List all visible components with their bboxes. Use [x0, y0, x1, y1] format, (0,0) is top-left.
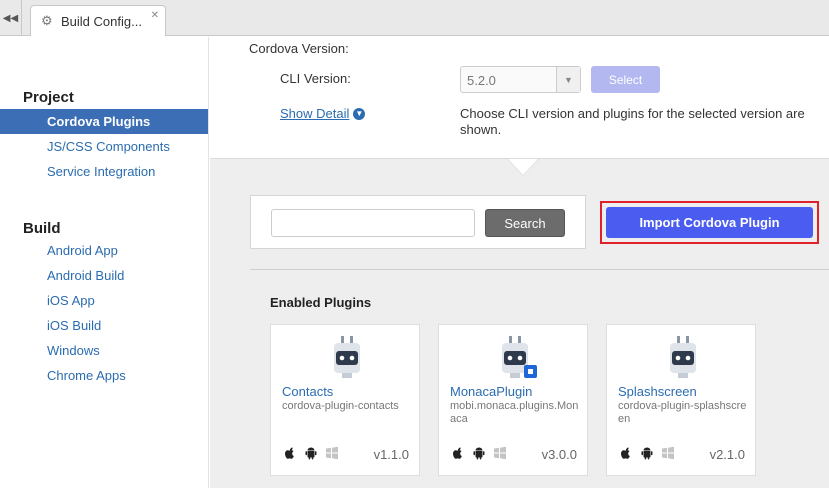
- plugin-name[interactable]: Contacts: [282, 384, 333, 399]
- sidebar: Project Cordova Plugins JS/CSS Component…: [0, 37, 209, 488]
- import-cordova-plugin-button[interactable]: Import Cordova Plugin: [606, 207, 813, 238]
- tab-label: Build Config...: [61, 13, 142, 29]
- cli-hint-text: Choose CLI version and plugins for the s…: [460, 106, 805, 137]
- apple-icon: [621, 447, 630, 459]
- plugin-plug-icon: [670, 336, 696, 378]
- plugin-id: mobi.monaca.plugins.Monaca: [450, 400, 579, 425]
- sidebar-item-android-build[interactable]: Android Build: [0, 263, 208, 288]
- select-button[interactable]: Select: [591, 66, 660, 93]
- platform-icons: [619, 446, 675, 460]
- plugin-name[interactable]: MonacaPlugin: [450, 384, 532, 399]
- plugin-id: cordova-plugin-contacts: [282, 400, 399, 412]
- plugin-version: v2.1.0: [709, 447, 745, 462]
- panel-pointer: [508, 159, 538, 175]
- show-detail-link[interactable]: Show Detail ▼: [280, 106, 366, 121]
- enabled-plugins-heading: Enabled Plugins: [270, 295, 372, 310]
- close-icon[interactable]: ✕: [151, 10, 159, 21]
- plugin-version: v1.1.0: [373, 447, 409, 462]
- apple-icon: [453, 447, 462, 459]
- windows-icon: [326, 446, 338, 460]
- cordova-version-panel: Cordova Version: CLI Version: 5.2.0 ▼ Se…: [210, 37, 829, 159]
- show-detail-label: Show Detail: [280, 106, 350, 121]
- platform-icons: [283, 446, 339, 460]
- android-icon: [305, 447, 317, 460]
- tab-build-config[interactable]: ⚙ Build Config... ✕: [30, 5, 166, 36]
- sidebar-item-windows[interactable]: Windows: [0, 338, 208, 363]
- search-button[interactable]: Search: [485, 209, 565, 237]
- plugin-card-splashscreen[interactable]: Splashscreen cordova-plugin-splashscreen…: [606, 324, 756, 476]
- cli-version-value: 5.2.0: [467, 73, 496, 88]
- android-icon: [473, 447, 485, 460]
- sidebar-heading-build: Build: [23, 220, 61, 237]
- windows-icon: [662, 446, 674, 460]
- sidebar-item-android-app[interactable]: Android App: [0, 238, 208, 263]
- apple-icon: [285, 447, 294, 459]
- plugin-card-contacts[interactable]: Contacts cordova-plugin-contacts v1.1.0: [270, 324, 420, 476]
- search-panel: Search: [250, 195, 586, 249]
- cli-version-label: CLI Version:: [280, 71, 351, 86]
- plugin-version: v3.0.0: [541, 447, 577, 462]
- divider: [250, 269, 829, 270]
- chevron-down-circle-icon[interactable]: ▼: [353, 107, 366, 120]
- search-input[interactable]: [271, 209, 475, 237]
- plugin-id: cordova-plugin-splashscreen: [618, 400, 747, 425]
- sidebar-item-ios-build[interactable]: iOS Build: [0, 313, 208, 338]
- cordova-version-label: Cordova Version:: [249, 41, 349, 56]
- main-content: Cordova Version: CLI Version: 5.2.0 ▼ Se…: [210, 37, 829, 488]
- plugin-plug-icon: [334, 336, 360, 378]
- tab-bar: ◀◀ ⚙ Build Config... ✕: [0, 0, 829, 36]
- platform-icons: [451, 446, 507, 460]
- android-icon: [641, 447, 653, 460]
- plugin-name[interactable]: Splashscreen: [618, 384, 697, 399]
- sidebar-item-chrome-apps[interactable]: Chrome Apps: [0, 363, 208, 388]
- sidebar-item-ios-app[interactable]: iOS App: [0, 288, 208, 313]
- windows-icon: [494, 446, 506, 460]
- tab-scroll-back-icon[interactable]: ◀◀: [0, 0, 22, 36]
- sidebar-item-js-css-components[interactable]: JS/CSS Components: [0, 134, 208, 159]
- gear-icon: ⚙: [41, 13, 53, 28]
- sidebar-heading-project: Project: [23, 89, 74, 106]
- sidebar-item-cordova-plugins[interactable]: Cordova Plugins: [0, 109, 208, 134]
- plugin-card-monacaplugin[interactable]: MonacaPlugin mobi.monaca.plugins.Monaca …: [438, 324, 588, 476]
- chevron-down-icon[interactable]: ▼: [556, 67, 580, 92]
- cli-version-select[interactable]: 5.2.0 ▼: [460, 66, 581, 93]
- sidebar-item-service-integration[interactable]: Service Integration: [0, 159, 208, 184]
- plugin-plug-icon: [502, 336, 537, 378]
